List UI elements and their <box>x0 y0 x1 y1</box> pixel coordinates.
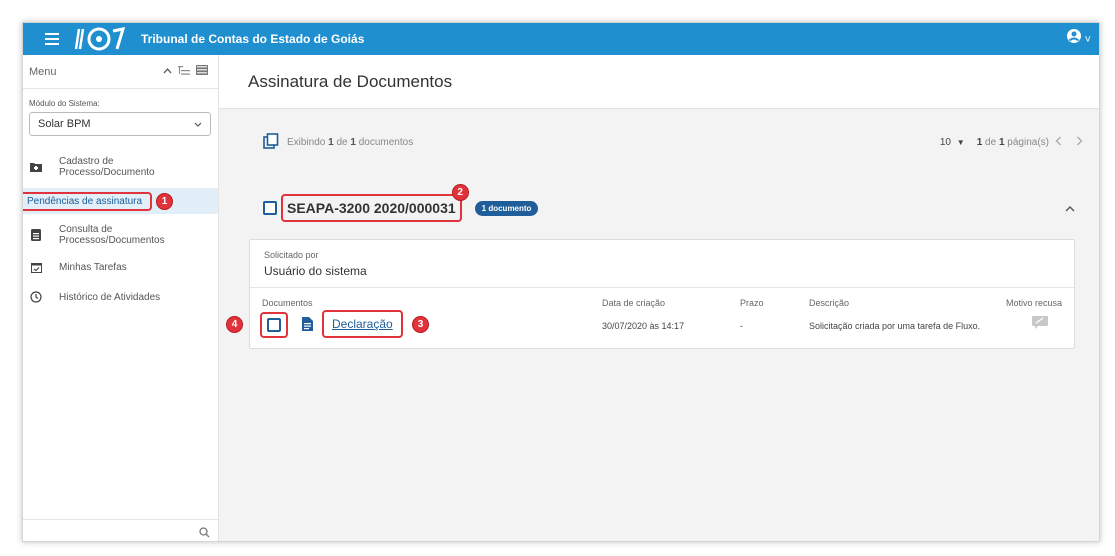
user-menu[interactable]: ˅ <box>1066 29 1091 50</box>
folder-icon <box>29 160 43 174</box>
document-link[interactable]: Declaração <box>322 310 403 338</box>
sidebar-item-historico[interactable]: Histórico de Atividades <box>23 284 218 310</box>
sidebar: Menu Módulo do Sistema: Solar BPM Cadast… <box>23 55 219 541</box>
menu-header: Menu <box>23 55 218 89</box>
chevron-up-icon[interactable] <box>1065 199 1075 217</box>
sidebar-item-cadastro[interactable]: Cadastro de Processo/Documento <box>23 150 218 184</box>
message-comment-icon[interactable] <box>1032 316 1048 331</box>
page-indicator: 1 de 1 página(s) <box>976 136 1049 148</box>
column-prazo: Prazo <box>740 298 764 308</box>
sidebar-item-label: Minhas Tarefas <box>59 261 127 273</box>
callout-badge: 3 <box>412 316 429 333</box>
top-bar: Tribunal de Contas do Estado de Goiás ˅ <box>23 23 1099 55</box>
cell-descricao: Solicitação criada por uma tarefa de Flu… <box>809 321 981 331</box>
tce-logo-icon <box>73 24 131 54</box>
main-content: Assinatura de Documentos Exibindo 1 de 1… <box>219 55 1099 541</box>
document-checkbox-frame <box>260 312 288 338</box>
callout-badge: 2 <box>451 183 469 201</box>
column-documentos: Documentos <box>262 298 313 308</box>
module-select[interactable]: Solar BPM <box>29 112 211 136</box>
tree-list-icon[interactable] <box>178 65 190 78</box>
table-row: 4 Declaração 3 30/07/2020 às 14:17 - Sol… <box>226 310 1074 340</box>
calendar-check-icon <box>29 260 43 274</box>
callout-badge: 1 <box>156 192 174 210</box>
grid-view-icon[interactable] <box>196 65 208 78</box>
column-descricao: Descrição <box>809 298 850 308</box>
module-label: Módulo do Sistema: <box>29 99 100 108</box>
search-icon[interactable] <box>199 525 210 541</box>
app-window: Tribunal de Contas do Estado de Goiás ˅ … <box>22 22 1100 542</box>
chevron-down-icon[interactable]: ˅ <box>1085 34 1091 46</box>
sidebar-item-pendencias[interactable]: Pendências de assinatura 1 <box>23 188 218 214</box>
user-account-icon[interactable] <box>1066 29 1081 50</box>
chevron-down-icon <box>194 119 202 129</box>
chevron-right-icon[interactable] <box>1076 136 1083 149</box>
results-toolbar: Exibindo 1 de 1 documentos 10 ▼ 1 de 1 p… <box>263 132 1083 152</box>
document-checkbox[interactable] <box>267 318 281 332</box>
app-title: Tribunal de Contas do Estado de Goiás <box>141 32 365 46</box>
pagination: 10 ▼ 1 de 1 página(s) <box>940 136 1083 149</box>
requested-by-label: Solicitado por <box>264 250 319 260</box>
results-count: Exibindo 1 de 1 documentos <box>287 136 414 148</box>
sidebar-item-label: Histórico de Atividades <box>59 291 161 303</box>
requested-by-user: Usuário do sistema <box>264 264 367 278</box>
page-header: Assinatura de Documentos <box>219 55 1099 109</box>
caret-down-icon: ▼ <box>956 137 965 147</box>
column-data: Data de criação <box>602 298 666 308</box>
clock-icon <box>29 290 43 304</box>
process-code: SEAPA-3200 2020/000031 <box>281 194 462 222</box>
menu-tools <box>163 65 208 78</box>
sidebar-item-label: Consulta de Processos/Documentos <box>59 224 165 246</box>
column-motivo: Motivo recusa <box>1005 298 1062 308</box>
select-all-icon[interactable] <box>263 132 279 152</box>
file-document-icon <box>302 317 313 333</box>
requested-by: Solicitado por Usuário do sistema <box>250 240 1074 288</box>
table-header: Documentos Data de criação Prazo Descriç… <box>250 292 1074 308</box>
sidebar-item-minhas-tarefas[interactable]: Minhas Tarefas <box>23 254 218 280</box>
group-checkbox[interactable] <box>263 201 277 215</box>
cell-prazo: - <box>740 321 743 331</box>
chevron-left-icon[interactable] <box>1055 136 1062 149</box>
sidebar-search[interactable] <box>23 519 218 541</box>
cell-data: 30/07/2020 às 14:17 <box>602 321 685 331</box>
sidebar-item-label: Pendências de assinatura <box>23 191 153 211</box>
process-group-header: SEAPA-3200 2020/000031 2 1 documento <box>263 183 1083 225</box>
chevron-up-icon[interactable] <box>163 66 172 77</box>
sidebar-nav: Cadastro de Processo/Documento Pendência… <box>23 150 218 310</box>
sidebar-item-label: Cadastro de Processo/Documento <box>59 156 155 178</box>
document-card: Solicitado por Usuário do sistema Docume… <box>226 239 1075 349</box>
page-size-select[interactable]: 10 ▼ <box>940 137 965 148</box>
sidebar-item-consulta[interactable]: Consulta de Processos/Documentos <box>23 218 218 252</box>
callout-badge: 4 <box>226 316 243 333</box>
hamburger-menu-icon[interactable] <box>35 23 69 55</box>
page-title: Assinatura de Documentos <box>248 71 453 91</box>
document-count-badge: 1 documento <box>474 200 539 216</box>
module-select-value: Solar BPM <box>38 118 91 130</box>
document-icon <box>29 228 43 242</box>
menu-title: Menu <box>29 65 57 78</box>
